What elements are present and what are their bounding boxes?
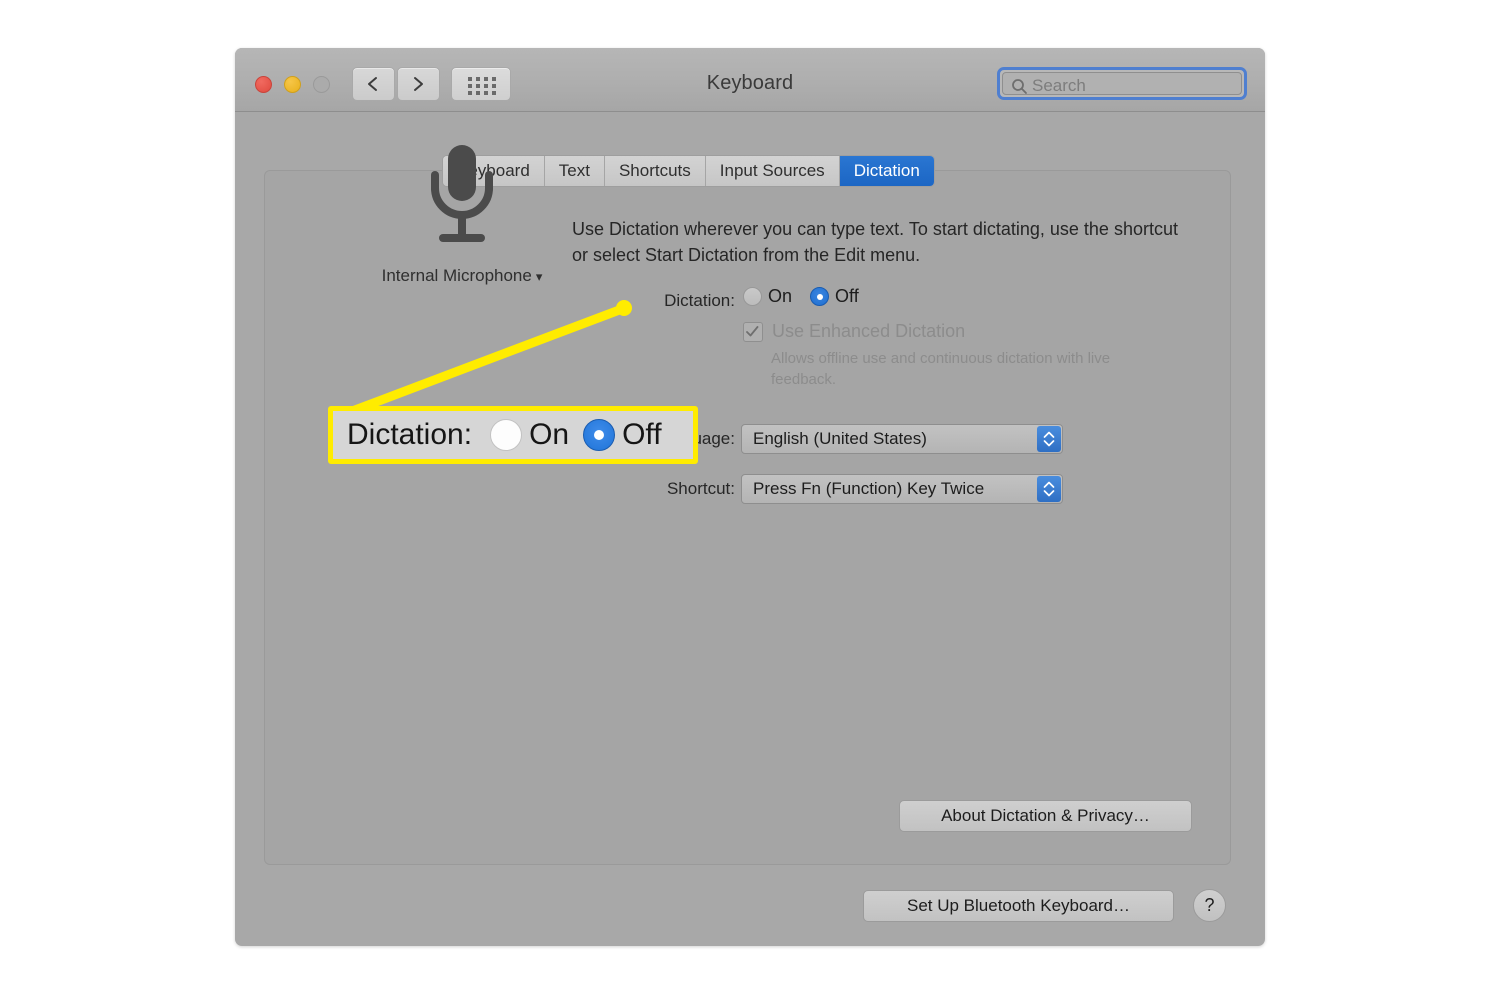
window-titlebar: Keyboard Search bbox=[235, 48, 1265, 112]
callout-radio-off[interactable]: Off bbox=[583, 418, 662, 452]
system-preferences-window: Keyboard Search Keyboard Text Shortcuts … bbox=[235, 48, 1265, 946]
search-placeholder: Search bbox=[1032, 76, 1086, 95]
chevron-updown-icon bbox=[1037, 426, 1061, 452]
dictation-radio-off[interactable]: Off bbox=[810, 286, 859, 307]
callout-highlight-box: Dictation: On Off bbox=[328, 406, 698, 464]
shortcut-value: Press Fn (Function) Key Twice bbox=[753, 479, 985, 498]
callout-radio-off-label: Off bbox=[622, 418, 662, 451]
tab-input-sources[interactable]: Input Sources bbox=[705, 156, 840, 186]
search-input[interactable]: Search bbox=[1002, 72, 1242, 95]
microphone-label-row: Internal Microphone ▾ bbox=[332, 266, 592, 286]
language-value: English (United States) bbox=[753, 429, 927, 448]
callout-radio-on-label: On bbox=[529, 418, 570, 451]
enhanced-dictation-label: Use Enhanced Dictation bbox=[772, 321, 966, 341]
screenshot-canvas: Keyboard Search Keyboard Text Shortcuts … bbox=[0, 0, 1500, 1000]
callout-radio-on[interactable]: On bbox=[490, 418, 569, 452]
language-popup-button[interactable]: English (United States) bbox=[741, 424, 1063, 454]
radio-button-selected-icon bbox=[583, 419, 616, 451]
callout-dictation-label: Dictation: bbox=[347, 418, 473, 451]
radio-button-unselected-icon bbox=[490, 419, 523, 451]
shortcut-row-label: Shortcut: bbox=[666, 479, 735, 498]
tab-dictation[interactable]: Dictation bbox=[839, 156, 934, 186]
checkbox-checked-icon bbox=[743, 321, 763, 342]
help-button[interactable]: ? bbox=[1193, 889, 1226, 922]
dictation-row-label: Dictation: bbox=[664, 291, 735, 310]
about-dictation-privacy-button[interactable]: About Dictation & Privacy… bbox=[899, 800, 1192, 832]
microphone-source-selector[interactable]: Internal Microphone ▾ bbox=[332, 141, 592, 286]
chevron-down-icon[interactable]: ▾ bbox=[536, 269, 543, 284]
search-icon bbox=[1011, 77, 1028, 100]
dictation-radio-group: On Off bbox=[743, 286, 877, 307]
microphone-label: Internal Microphone bbox=[381, 266, 532, 285]
search-field-focus-ring: Search bbox=[997, 67, 1247, 100]
microphone-icon bbox=[332, 141, 592, 256]
set-up-bluetooth-keyboard-button[interactable]: Set Up Bluetooth Keyboard… bbox=[863, 890, 1174, 922]
dictation-radio-on[interactable]: On bbox=[743, 286, 792, 307]
radio-button-unselected-icon bbox=[743, 287, 762, 306]
dictation-radio-on-label: On bbox=[768, 286, 793, 306]
enhanced-dictation-checkbox-row: Use Enhanced Dictation bbox=[743, 321, 965, 342]
shortcut-popup-button[interactable]: Press Fn (Function) Key Twice bbox=[741, 474, 1063, 504]
enhanced-dictation-sublabel: Allows offline use and continuous dictat… bbox=[771, 350, 1111, 388]
tab-shortcuts[interactable]: Shortcuts bbox=[604, 156, 706, 186]
dictation-radio-off-label: Off bbox=[835, 286, 859, 306]
chevron-updown-icon bbox=[1037, 476, 1061, 502]
dictation-description: Use Dictation wherever you can type text… bbox=[572, 219, 1178, 265]
radio-button-selected-icon bbox=[810, 287, 830, 306]
